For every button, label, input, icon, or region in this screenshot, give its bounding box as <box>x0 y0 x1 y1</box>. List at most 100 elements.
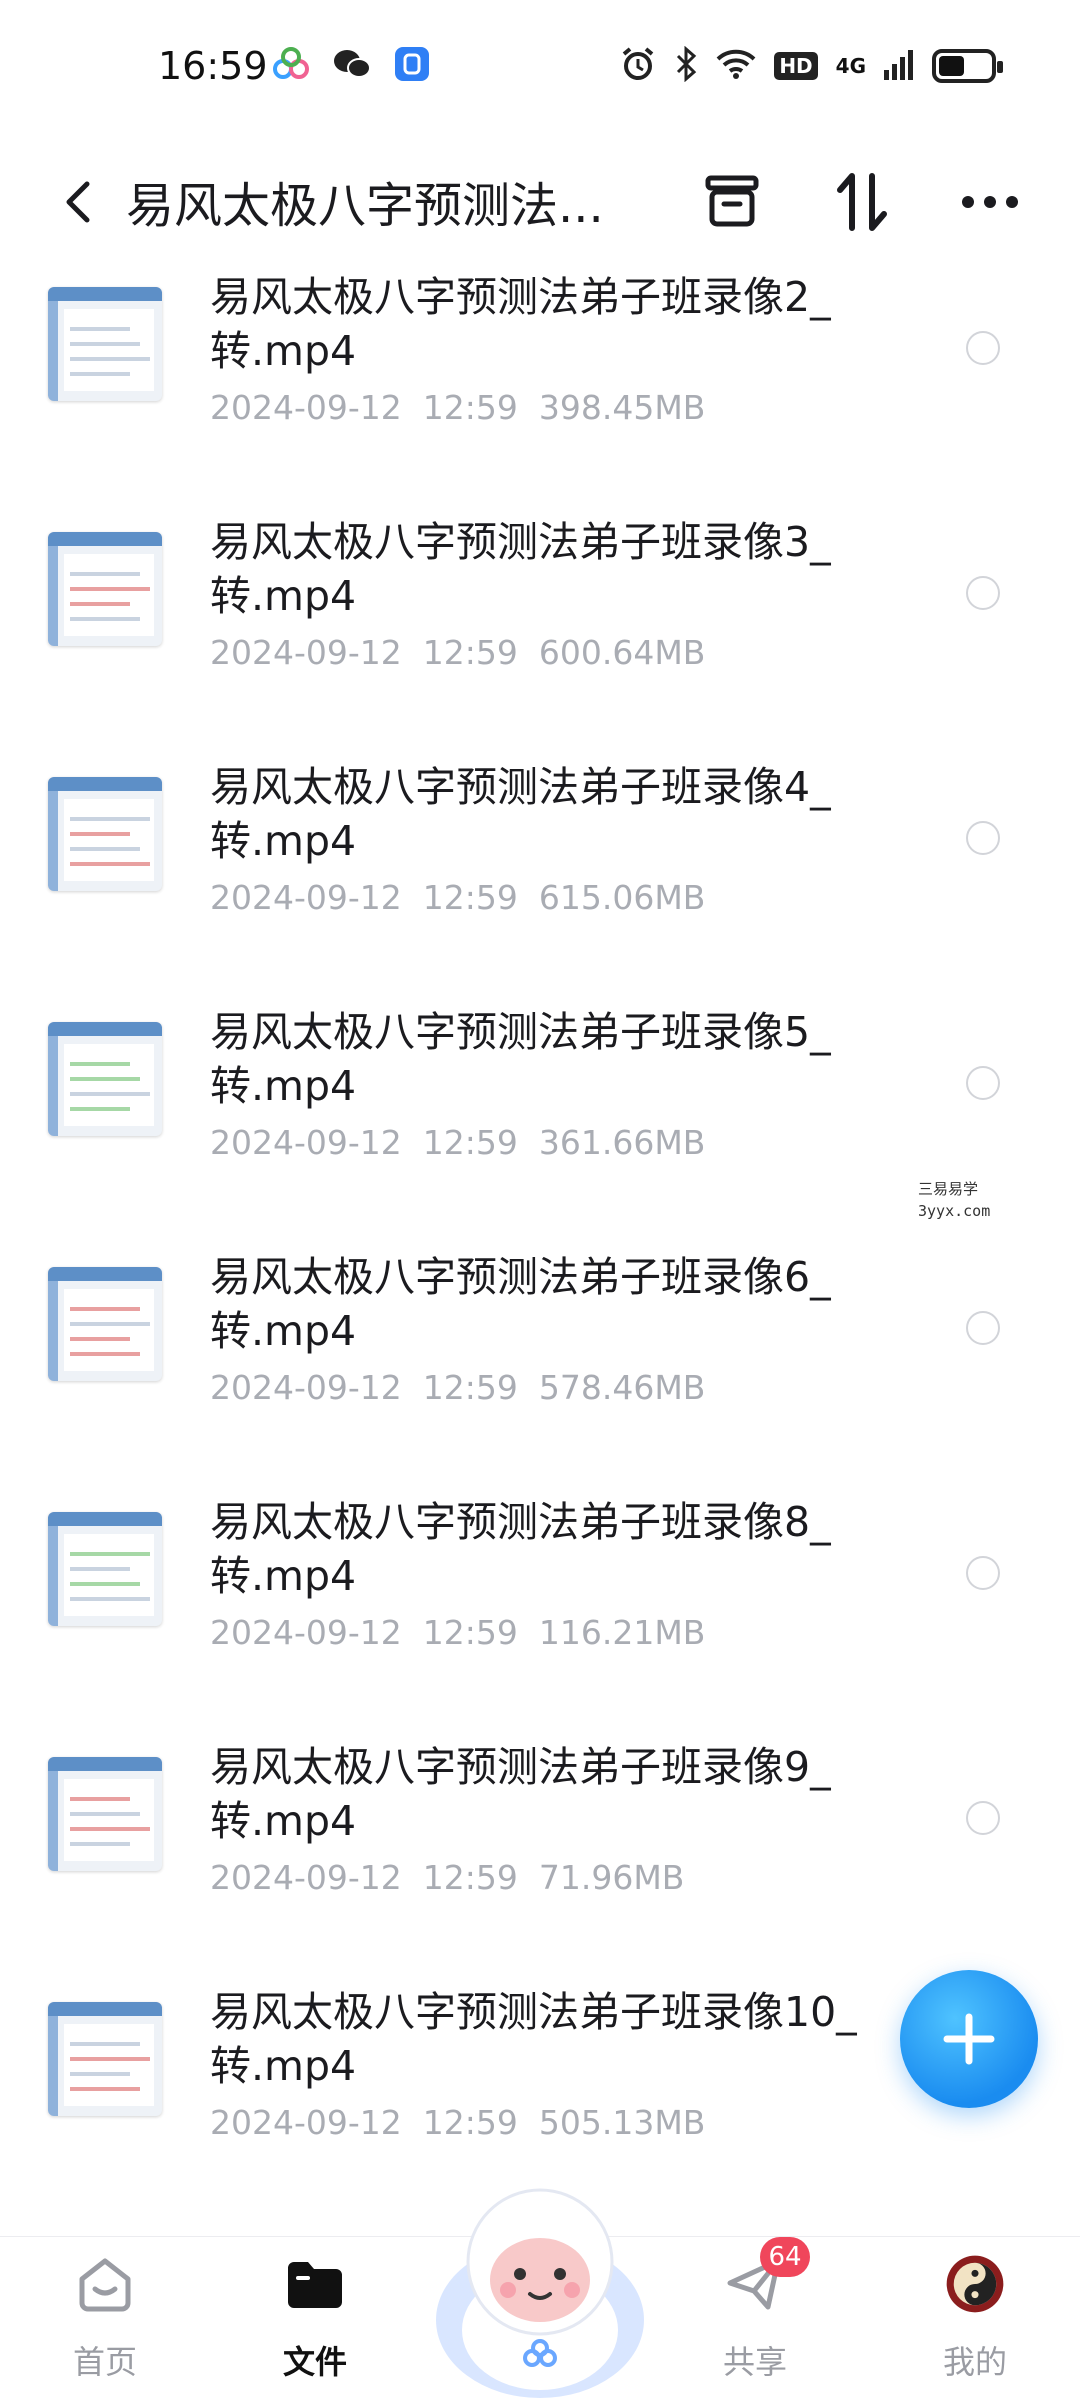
signal-label: 4G <box>835 54 866 78</box>
select-radio[interactable] <box>966 821 1000 855</box>
archive-box-icon <box>705 175 759 227</box>
plus-icon <box>943 2013 995 2065</box>
file-size: 615.06MB <box>538 878 706 917</box>
select-radio[interactable] <box>966 1066 1000 1100</box>
chevron-left-icon <box>66 181 90 223</box>
file-row[interactable]: 易风太极八字预测法弟子班录像3_转.mp4 2024-09-12 12:59 60… <box>0 499 1080 744</box>
shield-app-icon <box>394 46 430 86</box>
alarm-icon <box>620 46 656 86</box>
file-name: 易风太极八字预测法弟子班录像8_转.mp4 <box>210 1498 831 1600</box>
file-time: 12:59 <box>422 388 518 427</box>
file-name: 易风太极八字预测法弟子班录像9_转.mp4 <box>210 1743 831 1845</box>
avatar-icon <box>944 2253 1006 2315</box>
select-radio[interactable] <box>966 1311 1000 1345</box>
nav-share[interactable]: 64 共享 <box>680 2237 830 2401</box>
select-radio[interactable] <box>966 1556 1000 1590</box>
bluetooth-icon <box>674 45 698 86</box>
file-meta: 2024-09-12 12:59 615.06MB <box>210 878 705 917</box>
file-time: 12:59 <box>422 2103 518 2142</box>
file-row[interactable]: 易风太极八字预测法弟子班录像8_转.mp4 2024-09-12 12:59 11… <box>0 1479 1080 1724</box>
status-bar: 16:59 HD 4G <box>0 0 1080 136</box>
more-button[interactable] <box>954 166 1026 238</box>
file-row[interactable]: 易风太极八字预测法弟子班录像4_转.mp4 2024-09-12 12:59 61… <box>0 744 1080 989</box>
header: 易风太极八字预测法... <box>0 136 1080 266</box>
video-thumbnail <box>48 777 162 891</box>
nav-mine[interactable]: 我的 <box>900 2237 1050 2401</box>
file-row[interactable]: 易风太极八字预测法弟子班录像6_转.mp4 2024-09-12 12:59 57… <box>0 1234 1080 1479</box>
file-size: 398.45MB <box>538 388 706 427</box>
file-name: 易风太极八字预测法弟子班录像3_转.mp4 <box>210 518 831 620</box>
app-cloud-icon <box>272 47 310 85</box>
wechat-icon <box>332 47 372 85</box>
file-meta: 2024-09-12 12:59 600.64MB <box>210 633 705 672</box>
file-row[interactable]: 易风太极八字预测法弟子班录像2_转.mp4 2024-09-12 12:59 39… <box>0 254 1080 499</box>
file-time: 12:59 <box>422 1613 518 1652</box>
video-thumbnail <box>48 1267 162 1381</box>
file-name: 易风太极八字预测法弟子班录像4_转.mp4 <box>210 763 831 865</box>
file-name: 易风太极八字预测法弟子班录像10_转.mp4 <box>210 1988 857 2090</box>
sort-icon <box>837 173 887 231</box>
file-date: 2024-09-12 <box>210 1368 402 1407</box>
sort-button[interactable] <box>826 166 898 238</box>
select-radio[interactable] <box>966 576 1000 610</box>
nav-home-label: 首页 <box>72 2343 137 2381</box>
file-time: 12:59 <box>422 1858 518 1897</box>
file-list: 易风太极八字预测法弟子班录像2_转.mp4 2024-09-12 12:59 39… <box>0 254 1080 2214</box>
watermark-line2: 3yyx.com <box>918 1202 991 1220</box>
file-date: 2024-09-12 <box>210 2103 402 2142</box>
select-radio[interactable] <box>966 1801 1000 1835</box>
hd-badge: HD <box>774 52 818 80</box>
file-size: 116.21MB <box>538 1613 706 1652</box>
file-meta: 2024-09-12 12:59 361.66MB <box>210 1123 705 1162</box>
home-icon <box>74 2253 136 2315</box>
file-name: 易风太极八字预测法弟子班录像6_转.mp4 <box>210 1253 831 1355</box>
share-badge: 64 <box>760 2237 810 2277</box>
file-time: 12:59 <box>422 878 518 917</box>
file-date: 2024-09-12 <box>210 1123 402 1162</box>
video-thumbnail <box>48 1757 162 1871</box>
nav-share-label: 共享 <box>722 2343 787 2381</box>
file-date: 2024-09-12 <box>210 1858 402 1897</box>
file-size: 578.46MB <box>538 1368 706 1407</box>
nav-files-label: 文件 <box>282 2343 347 2381</box>
battery-fill <box>939 56 964 76</box>
file-name: 易风太极八字预测法弟子班录像5_转.mp4 <box>210 1008 831 1110</box>
file-time: 12:59 <box>422 633 518 672</box>
file-date: 2024-09-12 <box>210 633 402 672</box>
file-time: 12:59 <box>422 1368 518 1407</box>
file-meta: 2024-09-12 12:59 578.46MB <box>210 1368 705 1407</box>
add-button[interactable] <box>900 1970 1038 2108</box>
video-thumbnail <box>48 2002 162 2116</box>
file-date: 2024-09-12 <box>210 388 402 427</box>
nav-files[interactable]: 文件 <box>240 2237 390 2401</box>
video-thumbnail <box>48 1022 162 1136</box>
folder-icon <box>284 2253 346 2315</box>
nav-home[interactable]: 首页 <box>30 2237 180 2401</box>
file-date: 2024-09-12 <box>210 878 402 917</box>
video-thumbnail <box>48 532 162 646</box>
page-title: 易风太极八字预测法... <box>126 178 604 234</box>
file-size: 505.13MB <box>538 2103 706 2142</box>
back-button[interactable] <box>48 162 108 242</box>
file-size: 600.64MB <box>538 633 706 672</box>
nav-mine-label: 我的 <box>942 2343 1007 2381</box>
file-meta: 2024-09-12 12:59 71.96MB <box>210 1858 684 1897</box>
video-thumbnail <box>48 1512 162 1626</box>
file-meta: 2024-09-12 12:59 398.45MB <box>210 388 705 427</box>
mascot-assistant-button[interactable] <box>428 2170 652 2400</box>
more-dots-icon <box>962 196 1018 208</box>
watermark: 三易易学 3yyx.com <box>918 1178 990 1222</box>
mascot-icon <box>436 2188 644 2398</box>
file-time: 12:59 <box>422 1123 518 1162</box>
status-time: 16:59 <box>158 44 268 88</box>
file-row[interactable]: 易风太极八字预测法弟子班录像9_转.mp4 2024-09-12 12:59 71… <box>0 1724 1080 1969</box>
video-thumbnail <box>48 287 162 401</box>
file-meta: 2024-09-12 12:59 116.21MB <box>210 1613 705 1652</box>
file-date: 2024-09-12 <box>210 1613 402 1652</box>
archive-button[interactable] <box>696 166 768 238</box>
select-radio[interactable] <box>966 331 1000 365</box>
file-meta: 2024-09-12 12:59 505.13MB <box>210 2103 705 2142</box>
file-size: 361.66MB <box>538 1123 706 1162</box>
wifi-icon <box>716 48 756 84</box>
signal-bars-icon <box>884 48 914 84</box>
